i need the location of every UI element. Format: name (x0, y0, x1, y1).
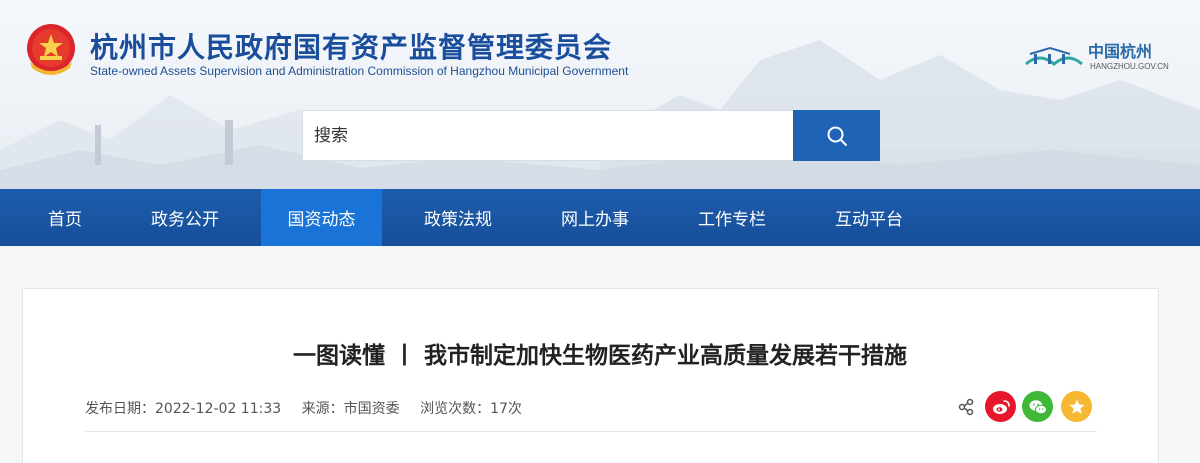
share-icon[interactable] (957, 398, 975, 416)
site-subtitle: State-owned Assets Supervision and Admin… (90, 64, 629, 78)
hangzhou-logo-icon[interactable] (1020, 34, 1090, 74)
nav-item-work-columns[interactable]: 工作专栏 (667, 189, 797, 246)
search-icon (827, 126, 847, 146)
view-count: 浏览次数：17次 (420, 401, 522, 417)
article-title: 一图读懂 丨 我市制定加快生物医药产业高质量发展若干措施 (292, 343, 907, 369)
search-button[interactable] (793, 110, 880, 161)
site-title: 杭州市人民政府国有资产监督管理委员会 (90, 31, 613, 64)
hangzhou-logo-url: HANGZHOU.GOV.CN (1090, 62, 1169, 71)
publish-date: 发布日期：2022-12-02 11:33 (85, 401, 282, 417)
article-source: 来源：市国资委 (301, 401, 400, 417)
nav-item-state-assets-news[interactable]: 国资动态 (261, 189, 382, 246)
nav-item-online-services[interactable]: 网上办事 (530, 189, 660, 246)
wechat-share-button[interactable] (1022, 391, 1053, 422)
nav-item-policies[interactable]: 政策法规 (393, 189, 523, 246)
article-meta: 发布日期：2022-12-02 11:33 来源：市国资委 浏览次数：17次 (85, 398, 538, 418)
main-nav: 首页 政务公开 国资动态 政策法规 网上办事 工作专栏 互动平台 (0, 189, 1200, 246)
star-icon (1069, 399, 1084, 414)
wechat-icon (1029, 399, 1047, 414)
favorite-button[interactable] (1061, 391, 1092, 422)
weibo-share-button[interactable] (985, 391, 1016, 422)
article-card (22, 288, 1159, 463)
nav-item-government-affairs[interactable]: 政务公开 (120, 189, 250, 246)
hangzhou-logo-name[interactable]: 中国杭州 (1088, 38, 1152, 62)
search-input[interactable] (303, 111, 793, 160)
nav-item-interaction[interactable]: 互动平台 (804, 189, 934, 246)
national-emblem-icon (27, 24, 75, 75)
nav-item-home[interactable]: 首页 (0, 189, 130, 246)
search-box (302, 110, 794, 161)
meta-divider (85, 431, 1097, 432)
weibo-icon (992, 399, 1010, 414)
